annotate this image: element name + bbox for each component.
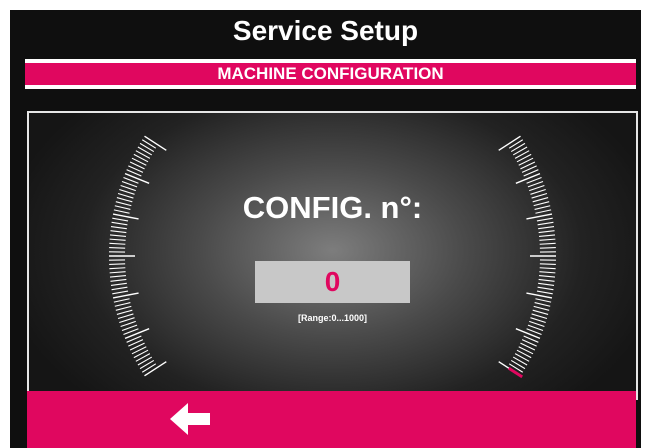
gauge-tick <box>537 286 554 291</box>
config-label: CONFIG. n°: <box>242 190 423 225</box>
gauge-tick <box>539 263 556 265</box>
gauge-tick <box>135 353 151 362</box>
gauge-tick <box>113 298 130 303</box>
gauge-tick <box>135 150 151 159</box>
gauge-tick <box>141 139 157 149</box>
gauge-tick <box>512 356 528 366</box>
gauge-tick <box>109 267 126 270</box>
gauge-tick <box>539 247 556 249</box>
gauge-tick <box>112 290 129 295</box>
gauge-tick <box>515 172 541 184</box>
gauge-tick <box>139 142 155 153</box>
gauge-tick <box>539 238 556 241</box>
config-value-input[interactable]: 0 <box>255 261 410 303</box>
gauge-tick <box>137 356 153 366</box>
gauge-tick <box>124 172 150 184</box>
gauge-tick <box>515 328 541 340</box>
gauge-tick <box>110 230 127 234</box>
gauge-tick <box>109 263 126 265</box>
gauge-level-indicator <box>507 366 524 379</box>
gauge-tick <box>109 238 126 241</box>
gauge-tick <box>538 278 555 282</box>
gauge-tick <box>526 292 553 299</box>
gauge-tick <box>539 234 556 237</box>
gauge-tick <box>539 242 556 245</box>
range-text: [Range:0...1000] <box>297 313 368 323</box>
gauge-tick <box>114 302 131 307</box>
gauge-tick <box>124 328 150 340</box>
gauge-tick <box>137 146 153 156</box>
section-title: MACHINE CONFIGURATION <box>25 63 636 85</box>
gauge-tick <box>109 242 126 245</box>
section-header: MACHINE CONFIGURATION <box>25 59 636 89</box>
gauge-tick <box>512 146 528 156</box>
gauge-tick <box>536 290 553 295</box>
gauge-tick <box>109 247 126 249</box>
gauge-tick <box>139 359 155 370</box>
arrow-left-icon <box>170 403 210 435</box>
gauge-tick <box>539 271 556 274</box>
gauge-tick <box>510 142 526 153</box>
gauge-tick <box>510 359 526 370</box>
gauge-tick <box>538 230 555 234</box>
gauge-tick <box>112 292 139 299</box>
gauge-tick <box>110 282 127 287</box>
gauge-tick <box>539 275 556 278</box>
gauge-tick <box>534 302 551 307</box>
gauge-tick <box>115 305 132 311</box>
gauge-tick <box>535 298 552 303</box>
gauge-scale <box>109 135 556 379</box>
gauge-tick <box>533 305 550 311</box>
gauge-tick <box>111 286 128 291</box>
gauge-tick <box>538 282 555 287</box>
screen: Service Setup MACHINE CONFIGURATION CONF… <box>10 10 641 448</box>
gauge-tick <box>539 267 556 270</box>
footer-bar <box>27 391 636 448</box>
gauge-tick <box>508 139 524 149</box>
config-panel: CONFIG. n°: 0 [Range:0...1000] <box>27 111 638 400</box>
gauge-tick <box>514 150 530 159</box>
gauge-tick <box>109 271 126 274</box>
back-button[interactable] <box>167 399 213 439</box>
gauge-tick <box>514 353 530 362</box>
gauge-tick <box>110 278 127 282</box>
gauge-tick <box>109 275 126 278</box>
page-title: Service Setup <box>232 15 419 46</box>
gauge-tick <box>109 234 126 237</box>
gauge-tick <box>141 363 157 373</box>
